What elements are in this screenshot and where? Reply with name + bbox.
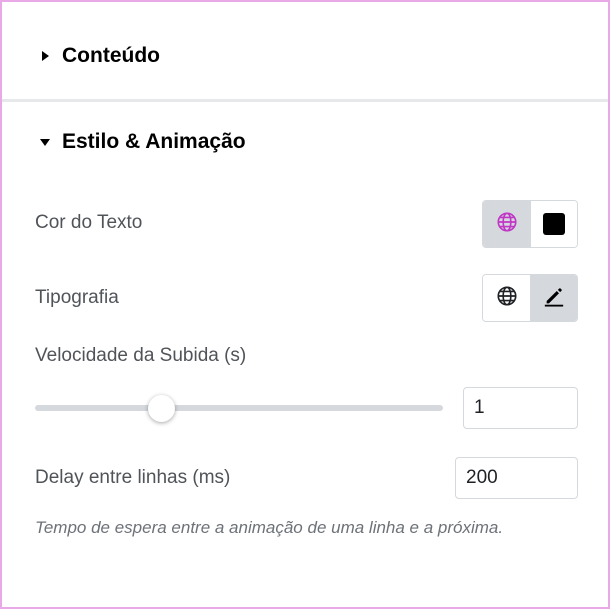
text-color-label: Cor do Texto — [35, 212, 143, 233]
line-delay-input[interactable] — [455, 457, 578, 499]
line-delay-help-text: Tempo de espera entre a animação de uma … — [35, 518, 504, 537]
text-color-global-button[interactable] — [483, 201, 530, 247]
text-color-control — [482, 200, 578, 248]
rise-speed-slider-track[interactable] — [35, 405, 443, 411]
rise-speed-input[interactable] — [463, 387, 578, 429]
rise-speed-slider-handle[interactable] — [147, 395, 175, 422]
rise-speed-label: Velocidade da Subida (s) — [35, 345, 247, 366]
globe-icon — [496, 285, 518, 312]
typography-edit-button[interactable] — [530, 275, 577, 321]
pencil-icon — [543, 285, 565, 312]
panel-frame: Conteúdo Estilo & Animação Cor do Texto … — [0, 0, 610, 609]
section-title-content: Conteúdo — [62, 44, 160, 67]
section-header-style[interactable]: Estilo & Animação — [2, 122, 608, 162]
globe-icon — [496, 211, 518, 238]
section-divider — [2, 99, 608, 102]
caret-down-icon — [38, 135, 52, 149]
caret-right-icon — [38, 49, 52, 63]
line-delay-label: Delay entre linhas (ms) — [35, 467, 231, 488]
text-color-picker-button[interactable] — [530, 201, 577, 247]
typography-global-button[interactable] — [483, 275, 530, 321]
section-title-style: Estilo & Animação — [62, 130, 246, 153]
section-header-content[interactable]: Conteúdo — [2, 36, 608, 76]
typography-control — [482, 274, 578, 322]
color-swatch — [543, 213, 565, 235]
typography-label: Tipografia — [35, 287, 119, 308]
